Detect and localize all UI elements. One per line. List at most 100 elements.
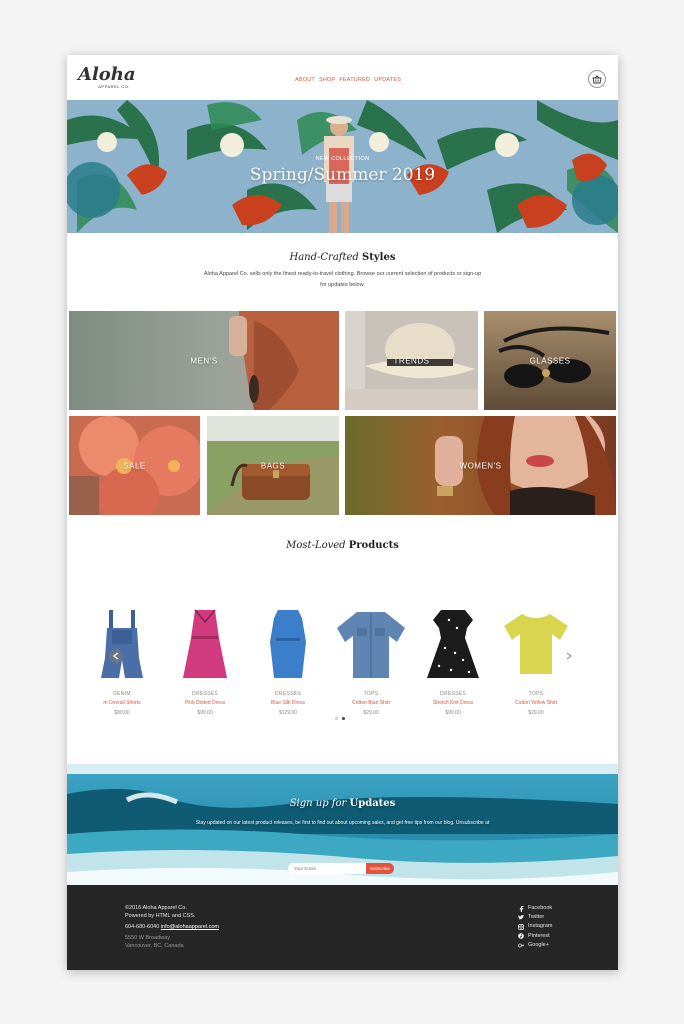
category-label-trends: TRENDS <box>393 356 430 365</box>
category-tile-glasses[interactable]: GLASSES <box>484 311 616 410</box>
category-label-bags: BAGS <box>260 461 286 470</box>
category-tile-trends[interactable]: TRENDS <box>345 311 478 410</box>
category-tile-bags[interactable]: BAGS <box>207 416 339 515</box>
carousel-prev-button[interactable] <box>109 649 123 663</box>
product-name[interactable]: Blue Silk Dress <box>248 700 328 706</box>
page: Aloha APPAREL CO. ABOUT SHOP FEATURED UP… <box>67 55 618 970</box>
product-category: TOPS <box>363 691 379 697</box>
product-price: $99.00 <box>197 710 213 716</box>
footer-phone: 604-680-6040 <box>125 924 160 930</box>
nav-shop[interactable]: SHOP <box>319 77 335 83</box>
social-link-facebook[interactable]: Facebook <box>518 904 552 913</box>
google-plus-icon <box>518 942 524 948</box>
basket-icon <box>592 74 602 83</box>
hero-kicker: NEW COLLECTION <box>315 156 370 162</box>
product-image <box>413 605 493 683</box>
hero-title: Spring/Summer 2019 <box>249 165 436 185</box>
footer-info: ©2016 Aloha Apparel Co. Powered by HTML … <box>125 904 219 950</box>
intro-text: Aloha Apparel Co. sells only the finest … <box>203 271 482 288</box>
nav-featured[interactable]: FEATURED <box>339 77 370 83</box>
logo[interactable]: Aloha APPAREL CO. <box>78 66 138 92</box>
product-name[interactable]: Stretch Knit Dress <box>413 700 493 706</box>
product-price: $29.00 <box>528 710 544 716</box>
product-card[interactable]: DRESSES Stretch Knit Dress $99.00 <box>413 605 493 716</box>
category-tile-sale[interactable]: SALE <box>69 416 200 515</box>
social-link-twitter[interactable]: Twitter <box>518 913 552 922</box>
hero-banner: NEW COLLECTION Spring/Summer 2019 <box>67 100 618 233</box>
product-card[interactable]: DRESSES Pink Dotted Dress $99.00 <box>165 605 245 716</box>
product-card[interactable]: TOPS Cotton Blue Shirt $29.00 <box>331 605 411 716</box>
product-price: $29.00 <box>363 710 379 716</box>
product-price: $80.00 <box>114 710 130 716</box>
carousel-dot[interactable] <box>335 717 338 720</box>
signup-section: Sign up for Updates Stay updated on our … <box>67 764 618 885</box>
carousel-dot-active[interactable] <box>342 717 345 720</box>
products-heading-italic: Most-Loved <box>286 540 346 551</box>
product-image <box>331 605 411 683</box>
site-header: Aloha APPAREL CO. ABOUT SHOP FEATURED UP… <box>67 55 618 100</box>
cart-button[interactable] <box>588 70 606 88</box>
nav-about[interactable]: ABOUT <box>295 77 315 83</box>
carousel-next-button[interactable] <box>562 649 576 663</box>
category-tile-womens[interactable]: WOMEN'S <box>345 416 616 515</box>
signup-heading-italic: Sign up for <box>289 798 347 809</box>
logo-text: Aloha <box>78 64 136 85</box>
product-price: $129.00 <box>278 710 298 716</box>
product-name[interactable]: Cotton Blue Shirt <box>331 700 411 706</box>
intro-heading: Hand-Crafted Styles <box>67 252 618 263</box>
facebook-icon <box>518 905 524 912</box>
email-field[interactable] <box>288 863 366 874</box>
product-image <box>165 605 245 683</box>
product-image <box>82 605 162 683</box>
product-category: TOPS <box>528 691 544 697</box>
subscribe-button[interactable]: Subscribe <box>366 863 394 874</box>
product-price: $99.00 <box>445 710 461 716</box>
social-label: Twitter <box>528 914 545 921</box>
product-category: DENIM <box>113 691 131 697</box>
category-label-womens: WOMEN'S <box>459 461 502 470</box>
product-name[interactable]: Cotton Yellow Shirt <box>496 700 576 706</box>
footer-powered: Powered by HTML and CSS. <box>125 913 196 919</box>
footer-address-line1: 5550 W Broadway <box>125 935 170 941</box>
product-card[interactable]: DRESSES Blue Silk Dress $129.00 <box>248 605 328 716</box>
product-category: DRESSES <box>192 691 218 697</box>
social-link-googleplus[interactable]: Google+ <box>518 941 552 950</box>
social-label: Google+ <box>528 941 549 948</box>
product-image <box>248 605 328 683</box>
intro-heading-bold: Styles <box>362 252 396 263</box>
product-category: DRESSES <box>275 691 301 697</box>
social-label: Instagram <box>528 923 553 930</box>
signup-heading-bold: Updates <box>349 798 396 809</box>
footer-copyright: ©2016 Aloha Apparel Co. <box>125 905 187 911</box>
social-label: Pinterest <box>528 932 550 939</box>
product-name[interactable]: m Overall Shorts <box>82 700 162 706</box>
social-link-instagram[interactable]: Instagram <box>518 922 552 931</box>
chevron-right-icon <box>566 652 572 660</box>
category-label-mens: MEN'S <box>190 356 218 365</box>
pinterest-icon <box>518 933 524 940</box>
products-heading-bold: Products <box>348 540 399 551</box>
product-category: DRESSES <box>440 691 466 697</box>
intro-heading-italic: Hand-Crafted <box>289 252 359 263</box>
signup-text: Stay updated on our latest product relea… <box>195 820 490 826</box>
product-card[interactable]: DENIM m Overall Shorts $80.00 <box>82 605 162 716</box>
social-label: Facebook <box>528 905 553 911</box>
twitter-icon <box>518 915 524 921</box>
category-label-sale: SALE <box>123 461 146 470</box>
social-link-pinterest[interactable]: Pinterest <box>518 932 552 941</box>
site-footer: ©2016 Aloha Apparel Co. Powered by HTML … <box>67 885 618 970</box>
footer-email-link[interactable]: info@alohaapparel.com <box>161 924 219 930</box>
category-label-glasses: GLASSES <box>529 356 571 365</box>
nav-updates[interactable]: UPDATES <box>374 77 401 83</box>
footer-contact: 604-680-6040 info@alohaapparel.com <box>125 923 219 931</box>
product-image <box>496 605 576 683</box>
carousel-dots <box>335 717 345 720</box>
category-tile-mens[interactable]: MEN'S <box>69 311 339 410</box>
signup-heading: Sign up for Updates <box>67 798 618 809</box>
products-heading: Most-Loved Products <box>67 540 618 551</box>
instagram-icon <box>518 924 524 930</box>
product-name[interactable]: Pink Dotted Dress <box>165 700 245 706</box>
main-nav: ABOUT SHOP FEATURED UPDATES <box>295 77 401 83</box>
footer-address-line2: Vancouver, BC, Canada <box>125 943 184 949</box>
footer-social-links: Facebook Twitter Instagram Pinterest Goo… <box>518 904 552 950</box>
